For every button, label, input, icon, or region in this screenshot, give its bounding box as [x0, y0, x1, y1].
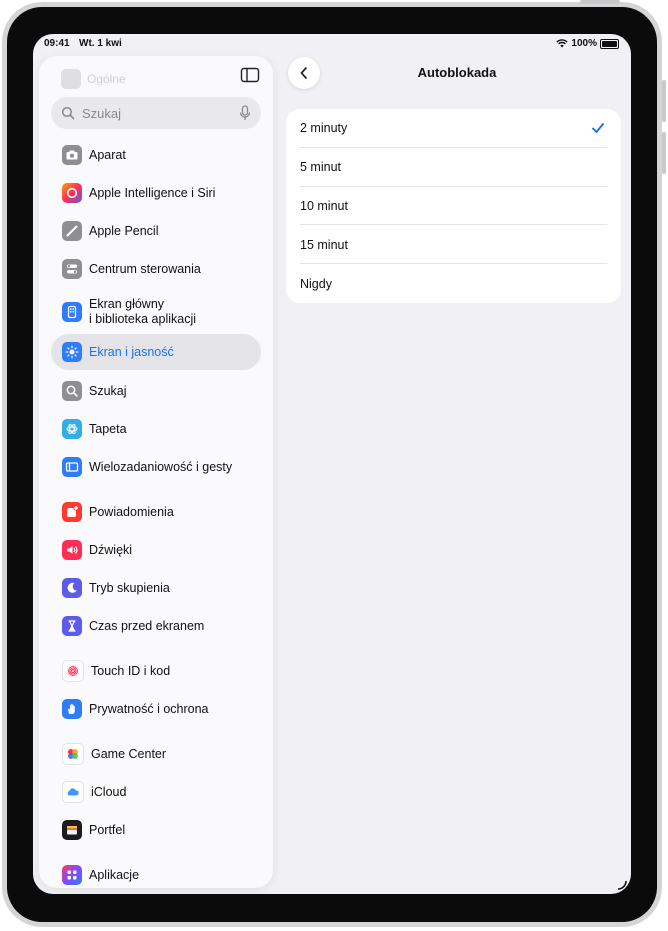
sidebar-item-label: Touch ID i kod [91, 663, 171, 678]
search-icon [62, 381, 82, 401]
auto-lock-options-list: 2 minuty 5 minut 10 minut 15 minut Nigdy [286, 109, 621, 303]
label-line-1: Ekran główny [89, 297, 165, 311]
icloud-icon [62, 781, 84, 803]
sidebar-item-game-center[interactable]: Game Center [51, 736, 261, 772]
sidebar-item-apple-intelligence[interactable]: Apple Intelligence i Siri [51, 175, 261, 211]
sidebar-item-touch-id[interactable]: Touch ID i kod [51, 653, 261, 689]
option-2-minutes[interactable]: 2 minuty [286, 109, 621, 148]
top-button [580, 0, 620, 4]
pencil-icon [62, 221, 82, 241]
option-15-minutes[interactable]: 15 minut [286, 225, 621, 264]
sidebar-item-label: Tryb skupienia [89, 580, 170, 595]
sidebar-item-sounds[interactable]: Dźwięki [51, 532, 261, 568]
sidebar-item-label: Apple Intelligence i Siri [89, 185, 216, 200]
multitasking-icon [62, 457, 82, 477]
gear-icon [61, 69, 81, 89]
sidebar-item-search[interactable]: Szukaj [51, 373, 261, 409]
wallpaper-icon [62, 419, 82, 439]
sidebar-item-label: Czas przed ekranem [89, 618, 205, 633]
apps-icon [62, 865, 82, 885]
sidebar-item-label: Ogólne [87, 72, 126, 86]
apple-intelligence-icon [62, 183, 82, 203]
option-label: 5 minut [300, 160, 341, 175]
sidebar-item-label: Aplikacje [89, 867, 140, 882]
sidebar-item-label: Powiadomienia [89, 504, 174, 519]
sidebar-item-home-screen[interactable]: Ekran główny i biblioteka aplikacji [51, 290, 261, 334]
sidebar-item-notifications[interactable]: Powiadomienia [51, 494, 261, 530]
sidebar-item-multitasking[interactable]: Wielozadaniowość i gesty [51, 449, 261, 485]
sidebar-item-apple-pencil[interactable]: Apple Pencil [51, 213, 261, 249]
brightness-icon [62, 342, 82, 362]
sidebar-item-label: Aparat [89, 147, 126, 162]
sidebar-item-label: Wielozadaniowość i gesty [89, 459, 233, 474]
sidebar-item-label: Dźwięki [89, 542, 133, 557]
notifications-icon [62, 502, 82, 522]
option-10-minutes[interactable]: 10 minut [286, 187, 621, 226]
sidebar-item-label: Game Center [91, 746, 167, 761]
search-icon [61, 106, 75, 120]
sidebar-item-label: Ekran i jasność [89, 344, 174, 359]
hourglass-icon [62, 616, 82, 636]
sidebar-item-label: Szukaj [89, 383, 127, 398]
sidebar-item-label: Tapeta [89, 421, 127, 436]
back-button[interactable] [288, 57, 320, 89]
sidebar-toggle-button[interactable] [239, 65, 261, 85]
status-bar: 09:41 Wt. 1 kwi 100% [33, 34, 631, 54]
sidebar-item-label: Portfel [89, 822, 126, 837]
battery-percent: 100% [571, 38, 597, 49]
option-never[interactable]: Nigdy [286, 264, 621, 303]
option-label: 15 minut [300, 237, 348, 252]
option-label: 2 minuty [300, 121, 348, 136]
sidebar-item-general-faded[interactable]: Ogólne [61, 69, 126, 89]
page-title: Autoblokada [417, 65, 497, 80]
control-center-icon [62, 259, 82, 279]
sidebar-item-display-brightness[interactable]: Ekran i jasność [51, 334, 261, 370]
microphone-icon[interactable] [239, 105, 251, 121]
game-center-icon [62, 743, 84, 765]
volume-down-button [662, 132, 666, 174]
fingerprint-icon [62, 660, 84, 682]
sidebar-item-label: Centrum sterowania [89, 261, 201, 276]
status-right: 100% [556, 38, 619, 49]
sidebar-item-wallet[interactable]: Portfel [51, 812, 261, 848]
sidebar-item-label: Apple Pencil [89, 223, 159, 238]
search-field[interactable] [51, 97, 261, 129]
status-date: Wt. 1 kwi [79, 38, 122, 49]
sidebar: Ogólne Aparat Apple Intelligence i Siri … [39, 56, 273, 888]
sidebar-item-control-center[interactable]: Centrum sterowania [51, 251, 261, 287]
camera-icon [62, 145, 82, 165]
screen: 09:41 Wt. 1 kwi 100% Ogólne Aparat Apple… [33, 34, 631, 894]
option-5-minutes[interactable]: 5 minut [286, 148, 621, 187]
home-screen-icon [62, 302, 82, 322]
label-line-2: i biblioteka aplikacji [89, 312, 197, 326]
privacy-hand-icon [62, 699, 82, 719]
sounds-icon [62, 540, 82, 560]
corner-indicator-icon [617, 880, 627, 890]
sidebar-item-camera[interactable]: Aparat [51, 137, 261, 173]
status-time: 09:41 [44, 38, 70, 49]
search-input[interactable] [80, 104, 234, 122]
sidebar-item-label: Prywatność i ochrona [89, 701, 209, 716]
chevron-left-icon [300, 67, 307, 79]
moon-icon [62, 578, 82, 598]
sidebar-icon [240, 67, 260, 83]
wifi-icon [556, 39, 569, 48]
sidebar-item-wallpaper[interactable]: Tapeta [51, 411, 261, 447]
option-label: 10 minut [300, 198, 348, 213]
battery-icon [600, 38, 619, 49]
wallet-icon [62, 820, 82, 840]
checkmark-icon [592, 123, 604, 133]
sidebar-item-privacy[interactable]: Prywatność i ochrona [51, 691, 261, 727]
sidebar-item-focus[interactable]: Tryb skupienia [51, 570, 261, 606]
volume-up-button [662, 80, 666, 122]
sidebar-item-label: iCloud [91, 784, 127, 799]
sidebar-item-icloud[interactable]: iCloud [51, 774, 261, 810]
sidebar-item-apps[interactable]: Aplikacje [51, 857, 261, 888]
option-label: Nigdy [300, 276, 332, 291]
sidebar-item-screen-time[interactable]: Czas przed ekranem [51, 608, 261, 644]
sidebar-item-label: Ekran główny i biblioteka aplikacji [89, 297, 196, 327]
